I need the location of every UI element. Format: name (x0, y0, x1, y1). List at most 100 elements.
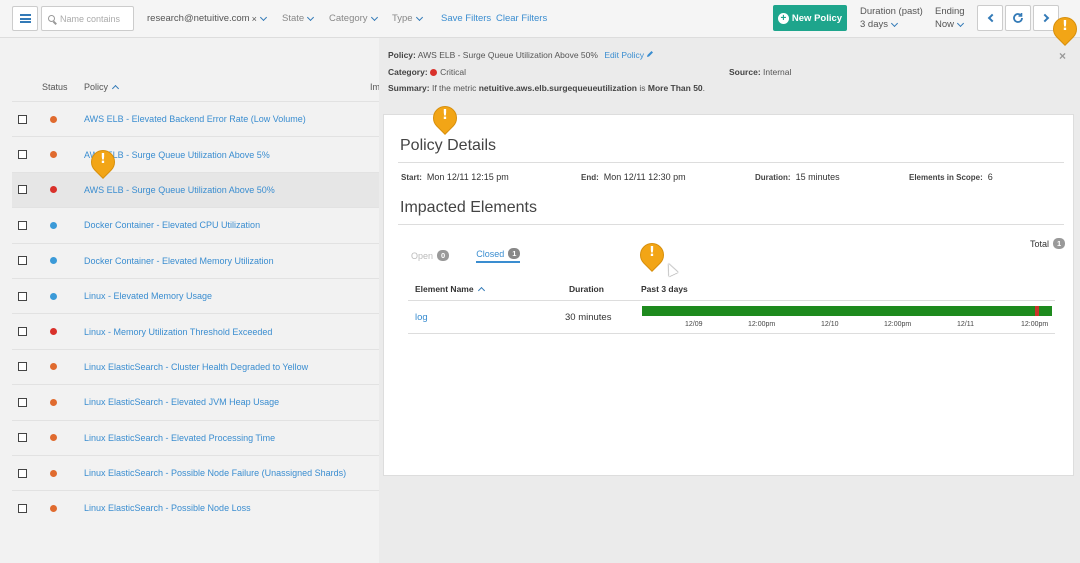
new-policy-button[interactable]: + New Policy (773, 5, 847, 31)
previous-period-button[interactable] (977, 5, 1003, 31)
policy-name-link[interactable]: Linux ElasticSearch - Cluster Health Deg… (84, 362, 308, 372)
policy-row[interactable]: Linux - Elevated Memory Usage (12, 277, 379, 313)
row-checkbox[interactable] (18, 220, 27, 230)
policy-list-panel: Status Policy Im AWS ELB - Elevated Back… (0, 38, 380, 563)
end-label: End: (581, 173, 599, 182)
timeline-tick-label: 12/09 (685, 321, 703, 328)
close-icon[interactable]: × (1059, 49, 1066, 63)
elements-in-scope-value: 6 (987, 172, 993, 182)
type-dropdown-label: Type (392, 13, 413, 24)
end-value: Mon 12/11 12:30 pm (603, 172, 686, 182)
policy-label: Policy: (388, 50, 416, 60)
clear-filters-link[interactable]: Clear Filters (496, 13, 547, 24)
policy-name-link[interactable]: AWS ELB - Surge Queue Utilization Above … (84, 185, 275, 195)
policy-value: AWS ELB - Surge Queue Utilization Above … (417, 50, 598, 60)
ending-label: Ending (935, 6, 965, 17)
source-meta-row: Source: Internal (729, 67, 791, 77)
type-dropdown[interactable]: Type (392, 13, 423, 24)
policy-row[interactable]: Linux ElasticSearch - Possible Node Fail… (12, 454, 379, 490)
row-checkbox[interactable] (18, 503, 27, 513)
search-field[interactable] (41, 6, 134, 31)
row-checkbox[interactable] (18, 433, 27, 443)
policy-name-link[interactable]: Linux - Elevated Memory Usage (84, 291, 212, 301)
status-dot (50, 398, 57, 406)
policy-row[interactable]: Linux ElasticSearch - Elevated Processin… (12, 419, 379, 455)
column-duration[interactable]: Duration (569, 284, 604, 294)
policy-name-link[interactable]: Linux - Memory Utilization Threshold Exc… (84, 327, 272, 337)
divider (408, 300, 1055, 301)
timeline-tick-label: 12:00pm (1021, 321, 1049, 328)
element-duration: 30 minutes (565, 312, 612, 323)
column-status[interactable]: Status (42, 82, 68, 92)
chevron-down-icon (890, 19, 899, 27)
tab-open[interactable]: Open 0 (411, 248, 450, 263)
row-checkbox[interactable] (18, 327, 27, 337)
remove-account-filter-icon[interactable]: × (252, 14, 257, 24)
tab-open-label: Open (411, 250, 434, 261)
element-timeline[interactable] (642, 306, 1052, 316)
refresh-button[interactable] (1005, 5, 1031, 31)
duration-label: Duration: (755, 173, 791, 182)
chevron-right-icon (1040, 13, 1049, 23)
policy-row[interactable]: AWS ELB - Surge Queue Utilization Above … (12, 136, 379, 171)
row-checkbox[interactable] (18, 291, 27, 301)
tab-closed-label: Closed (476, 248, 505, 259)
hamburger-menu-button[interactable] (12, 6, 38, 31)
row-checkbox[interactable] (18, 397, 27, 407)
row-checkbox[interactable] (18, 256, 27, 266)
plus-circle-icon: + (777, 12, 789, 24)
start-item: Start: Mon 12/11 12:15 pm (401, 172, 509, 182)
closed-count-badge: 1 (508, 248, 521, 259)
search-icon (48, 15, 55, 22)
policy-row[interactable]: Linux - Memory Utilization Threshold Exc… (12, 313, 379, 348)
category-dropdown[interactable]: Category (329, 13, 378, 24)
save-filters-link[interactable]: Save Filters (441, 13, 491, 24)
divider (398, 224, 1064, 225)
row-checkbox[interactable] (18, 150, 27, 160)
tab-closed[interactable]: Closed 1 (476, 248, 521, 263)
policy-name-link[interactable]: Linux ElasticSearch - Possible Node Loss (84, 503, 251, 513)
status-dot (50, 186, 57, 194)
source-label: Source: (729, 67, 761, 77)
duration-dropdown[interactable]: Duration (past) 3 days (860, 6, 923, 30)
edit-policy-label: Edit Policy (604, 50, 645, 60)
ending-value: Now (935, 19, 955, 30)
status-dot (50, 504, 57, 512)
policy-list: AWS ELB - Elevated Backend Error Rate (L… (12, 101, 379, 526)
policy-name-link[interactable]: AWS ELB - Elevated Backend Error Rate (L… (84, 114, 306, 124)
policy-row[interactable]: AWS ELB - Elevated Backend Error Rate (L… (12, 101, 379, 136)
policy-name-link[interactable]: Linux ElasticSearch - Possible Node Fail… (84, 468, 346, 478)
row-checkbox[interactable] (18, 468, 27, 478)
row-checkbox[interactable] (18, 362, 27, 372)
duration-value: 15 minutes (795, 172, 840, 182)
summary-meta-row: Summary: If the metric netuitive.aws.elb… (388, 83, 705, 93)
column-policy[interactable]: Policy (84, 82, 120, 93)
policy-name-link[interactable]: Docker Container - Elevated CPU Utilizat… (84, 220, 260, 230)
policy-row[interactable]: Linux ElasticSearch - Possible Node Loss (12, 490, 379, 525)
policy-row[interactable]: Docker Container - Elevated CPU Utilizat… (12, 207, 379, 242)
policy-meta-row: Policy: AWS ELB - Surge Queue Utilizatio… (388, 50, 654, 60)
policy-row[interactable]: AWS ELB - Surge Queue Utilization Above … (12, 171, 379, 208)
ending-dropdown[interactable]: Ending Now (935, 6, 965, 30)
row-checkbox[interactable] (18, 114, 27, 124)
account-filter[interactable]: research@netuitive.com × (147, 13, 267, 24)
new-policy-label: New Policy (791, 12, 843, 24)
chevron-down-icon (370, 13, 378, 21)
policy-row[interactable]: Linux ElasticSearch - Cluster Health Deg… (12, 348, 379, 384)
policy-name-link[interactable]: Linux ElasticSearch - Elevated Processin… (84, 433, 275, 443)
policy-row[interactable]: Docker Container - Elevated Memory Utili… (12, 242, 379, 278)
element-link-log[interactable]: log (415, 312, 428, 323)
status-dot (50, 469, 57, 477)
start-value: Mon 12/11 12:15 pm (426, 172, 509, 182)
column-element-name[interactable]: Element Name (415, 284, 485, 295)
start-label: Start: (401, 173, 422, 182)
row-checkbox[interactable] (18, 185, 27, 195)
critical-event-marker[interactable] (1035, 306, 1039, 316)
edit-policy-link[interactable]: Edit Policy (604, 50, 654, 60)
policy-name-link[interactable]: Docker Container - Elevated Memory Utili… (84, 256, 274, 266)
chevron-left-icon (987, 13, 996, 23)
policy-name-link[interactable]: Linux ElasticSearch - Elevated JVM Heap … (84, 397, 279, 407)
state-dropdown[interactable]: State (282, 13, 315, 24)
search-input[interactable] (60, 13, 132, 24)
policy-row[interactable]: Linux ElasticSearch - Elevated JVM Heap … (12, 384, 379, 419)
